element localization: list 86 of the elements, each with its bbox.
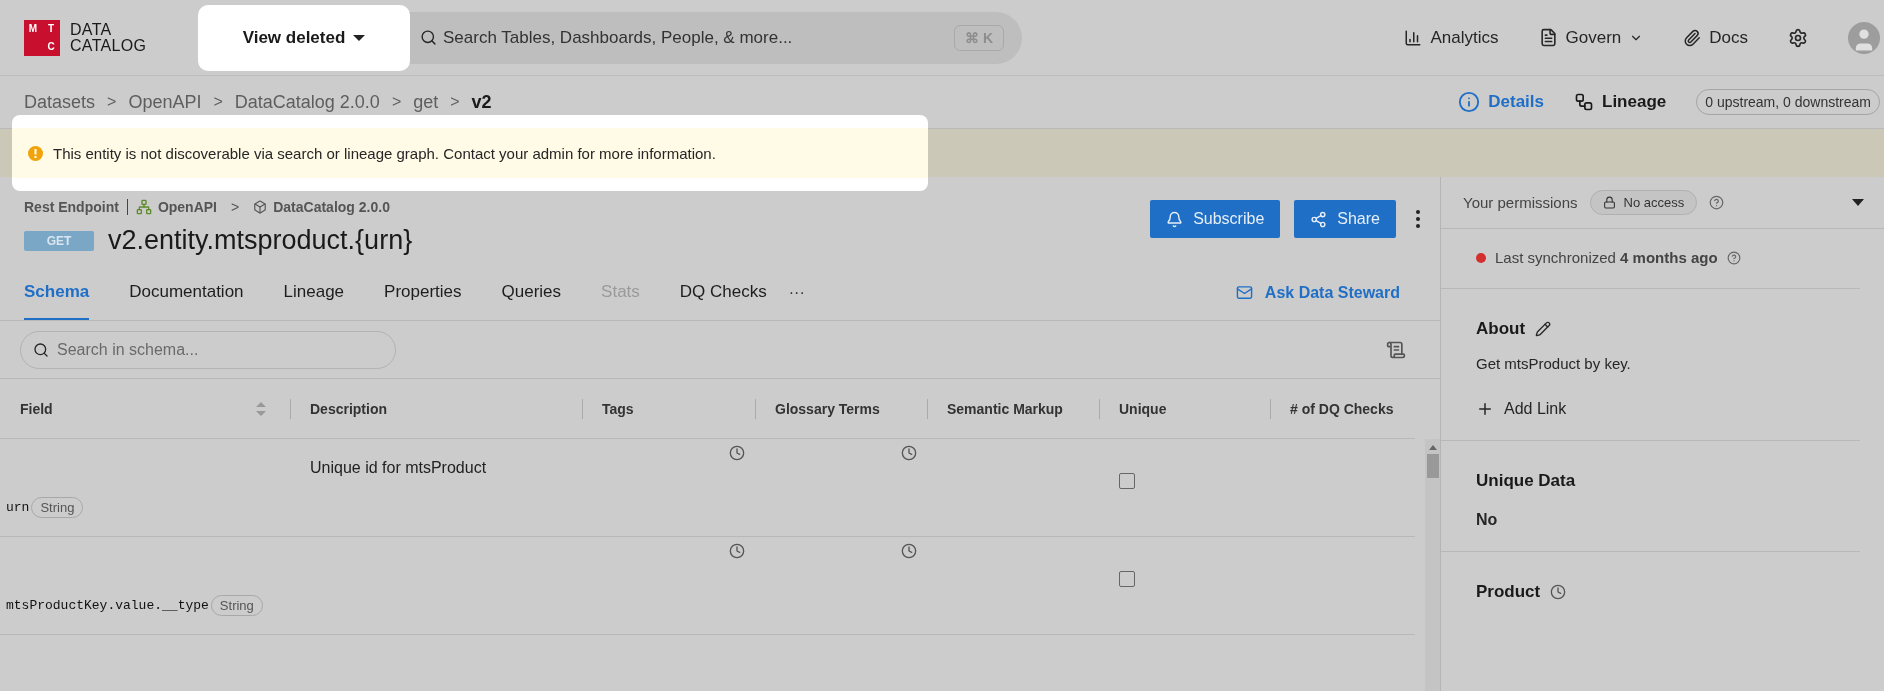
- search-icon: [420, 29, 437, 46]
- breadcrumb-link[interactable]: Datasets: [24, 91, 96, 113]
- clock-icon: [729, 543, 745, 559]
- info-icon: [1458, 91, 1481, 113]
- tab[interactable]: Lineage: [283, 265, 345, 320]
- help-icon[interactable]: [1726, 250, 1741, 265]
- breadcrumb-link[interactable]: v2: [471, 91, 492, 113]
- breadcrumb-separator: >: [107, 93, 117, 111]
- table-cell: urn String: [0, 439, 290, 537]
- entity-path-link[interactable]: OpenAPI: [135, 199, 217, 215]
- action-button[interactable]: Share: [1294, 200, 1396, 238]
- settings-icon[interactable]: [1788, 27, 1808, 48]
- entity-title: v2.entity.mtsproduct.{urn}: [108, 225, 413, 256]
- clock-icon: [901, 543, 917, 559]
- permission-badge: No access: [1589, 190, 1698, 215]
- more-tabs-button[interactable]: ···: [782, 265, 811, 320]
- column-header: Unique: [1099, 379, 1270, 439]
- share-icon: [1310, 210, 1328, 228]
- column-header: Description: [290, 379, 582, 439]
- method-badge: GET: [24, 230, 94, 251]
- schema-search-field[interactable]: Search in schema...: [20, 330, 396, 369]
- edit-icon[interactable]: [1535, 321, 1552, 337]
- entity-type: Rest Endpoint: [24, 199, 128, 215]
- scrollbar-thumb[interactable]: [1426, 454, 1439, 478]
- tab[interactable]: Documentation: [129, 265, 244, 320]
- caret-icon: [353, 34, 366, 41]
- about-description: Get mtsProduct by key.: [1476, 355, 1632, 372]
- help-icon[interactable]: [1709, 195, 1725, 210]
- view-tab[interactable]: Lineage: [1574, 92, 1667, 112]
- table-cell: Unique id for mtsProduct: [290, 439, 582, 537]
- breadcrumb-separator: >: [391, 93, 402, 111]
- paperclip-icon: [1683, 28, 1702, 47]
- column-header: Tags: [582, 379, 755, 439]
- column-header: Field: [0, 379, 290, 439]
- plus-icon: [1476, 400, 1494, 418]
- mail-icon: [1235, 284, 1253, 301]
- service-icon: [135, 199, 152, 215]
- unique-checkbox[interactable]: [1119, 473, 1135, 489]
- add-link-button[interactable]: Add Link: [1476, 400, 1860, 418]
- section-heading: About: [1476, 319, 1526, 339]
- tab[interactable]: Properties: [384, 265, 462, 320]
- document-icon: [1538, 28, 1558, 47]
- notice-text: This entity is not discoverable via search or lineage graph. Contact your admin for more information.: [53, 144, 716, 162]
- unique-data-value: No: [1476, 511, 1499, 529]
- column-header: # of DQ Checks: [1270, 379, 1415, 439]
- unique-checkbox[interactable]: [1119, 571, 1135, 587]
- clock-icon: [1550, 584, 1567, 600]
- nav-link[interactable]: Govern: [1538, 27, 1644, 48]
- column-header: Semantic Markup: [927, 379, 1099, 439]
- avatar[interactable]: [1848, 21, 1880, 54]
- sync-status: Last synchronized 4 months ago: [1495, 249, 1718, 266]
- clock-icon: [729, 445, 745, 461]
- collapse-icon[interactable]: [1852, 199, 1864, 206]
- logo-mark: M T C: [24, 19, 60, 56]
- breadcrumb-link[interactable]: OpenAPI: [128, 91, 202, 113]
- breadcrumb-link[interactable]: DataCatalog 2.0.0: [234, 91, 380, 113]
- nav-link[interactable]: Analytics: [1404, 27, 1499, 48]
- bell-icon: [1166, 210, 1184, 228]
- search-icon: [33, 341, 49, 358]
- clock-icon: [901, 445, 917, 461]
- view-deleted-dropdown[interactable]: View deleted: [198, 4, 410, 71]
- document-icon[interactable]: [1386, 339, 1406, 360]
- path-separator: >: [231, 199, 240, 215]
- collection-icon: [253, 200, 268, 214]
- section-heading: Unique Data: [1476, 471, 1577, 491]
- search-placeholder: Search Tables, Dashboards, People, & more...: [443, 27, 794, 48]
- kebab-icon: [1416, 210, 1420, 228]
- action-button[interactable]: Subscribe: [1150, 200, 1281, 238]
- nav-link[interactable]: Docs: [1683, 27, 1748, 48]
- lineage-icon: [1574, 92, 1594, 112]
- breadcrumb-separator: >: [213, 93, 223, 111]
- table-cell: mtsProductKey.value.__type String: [0, 537, 290, 635]
- permissions-label: Your permissions: [1463, 194, 1578, 211]
- section-heading: Product: [1476, 582, 1541, 602]
- breadcrumb-separator: >: [450, 93, 460, 111]
- warning-icon: [28, 145, 43, 161]
- logo-text: DATA CATALOG: [70, 21, 147, 54]
- scrollbar[interactable]: [1425, 439, 1440, 691]
- tab[interactable]: Queries: [501, 265, 562, 320]
- bar-chart-icon: [1404, 28, 1423, 47]
- tab[interactable]: DQ Checks: [679, 265, 767, 320]
- breadcrumb-link[interactable]: get: [413, 91, 439, 113]
- lock-icon: [1602, 196, 1616, 209]
- entity-path-link[interactable]: DataCatalog 2.0.0: [253, 199, 390, 215]
- column-header: Glossary Terms: [755, 379, 927, 439]
- scroll-up-arrow-icon[interactable]: [1428, 445, 1437, 450]
